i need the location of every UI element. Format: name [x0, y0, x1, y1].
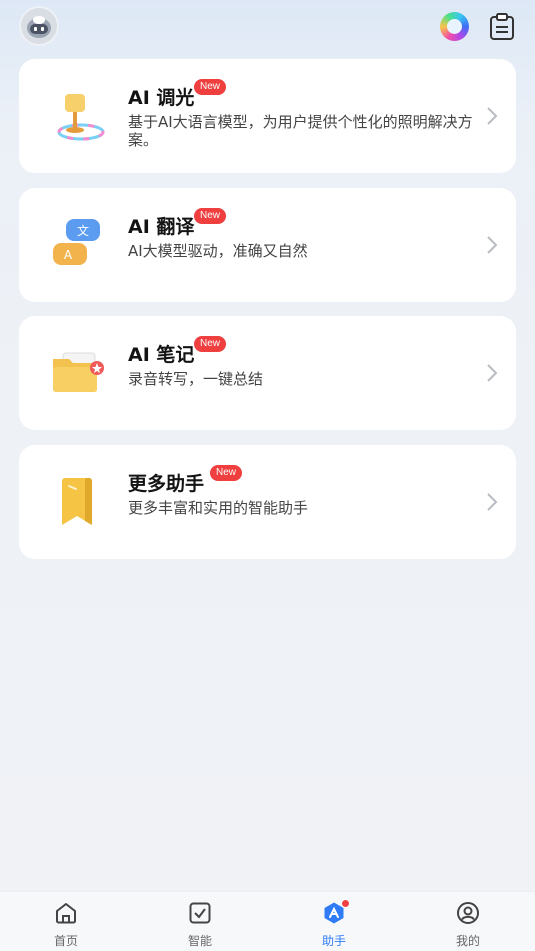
- chevron-right-icon: [486, 492, 498, 512]
- tab-smart[interactable]: 智能: [155, 892, 245, 951]
- ai-orb-icon[interactable]: [440, 12, 469, 41]
- checkbox-icon: [188, 901, 212, 925]
- card-title: AI 翻译: [128, 216, 195, 238]
- new-badge: New: [194, 208, 227, 224]
- tab-label: 首页: [53, 934, 78, 948]
- card-title: 更多助手: [128, 473, 205, 495]
- clipboard-icon[interactable]: [489, 13, 515, 41]
- card-description: 基于AI大语言模型，为用户提供个性化的照明解决方案。: [128, 113, 473, 149]
- profile-icon: [456, 901, 480, 925]
- new-badge: New: [194, 336, 227, 352]
- card-ai-translate[interactable]: 文 A AI 翻译 New AI大模型驱动，准确又自然: [19, 188, 516, 302]
- tab-profile[interactable]: 我的: [423, 892, 513, 951]
- home-icon: [54, 901, 78, 925]
- chevron-right-icon: [486, 106, 498, 126]
- translate-icon: 文 A: [49, 215, 109, 275]
- card-description: 更多丰富和实用的智能助手: [128, 499, 309, 517]
- folder-note-icon: [49, 343, 109, 403]
- card-description: AI大模型驱动，准确又自然: [128, 242, 308, 260]
- bookmark-icon: [49, 472, 109, 532]
- chevron-right-icon: [486, 363, 498, 383]
- card-ai-notes[interactable]: AI 笔记 New 录音转写，一键总结: [19, 316, 516, 430]
- tab-assistant[interactable]: 助手: [289, 892, 379, 951]
- svg-text:A: A: [64, 248, 73, 262]
- svg-text:文: 文: [77, 223, 89, 238]
- card-more-assistants[interactable]: 更多助手 New 更多丰富和实用的智能助手: [19, 445, 516, 559]
- new-badge: New: [194, 79, 227, 95]
- tab-home[interactable]: 首页: [21, 892, 111, 951]
- card-title: AI 笔记: [128, 344, 195, 366]
- lamp-icon: [49, 86, 109, 146]
- tab-label: 智能: [187, 934, 212, 948]
- top-bar: [0, 0, 535, 56]
- tab-label: 我的: [455, 934, 480, 948]
- notification-dot: [341, 899, 350, 908]
- card-ai-dimming[interactable]: AI 调光 New 基于AI大语言模型，为用户提供个性化的照明解决方案。: [19, 59, 516, 173]
- bottom-tab-bar: 首页 智能 助手 我的: [0, 891, 535, 951]
- card-description: 录音转写，一键总结: [128, 370, 264, 388]
- card-title: AI 调光: [128, 87, 195, 109]
- tab-label: 助手: [321, 934, 346, 948]
- new-badge: New: [210, 465, 243, 481]
- robot-avatar-icon[interactable]: [19, 6, 59, 46]
- chevron-right-icon: [486, 235, 498, 255]
